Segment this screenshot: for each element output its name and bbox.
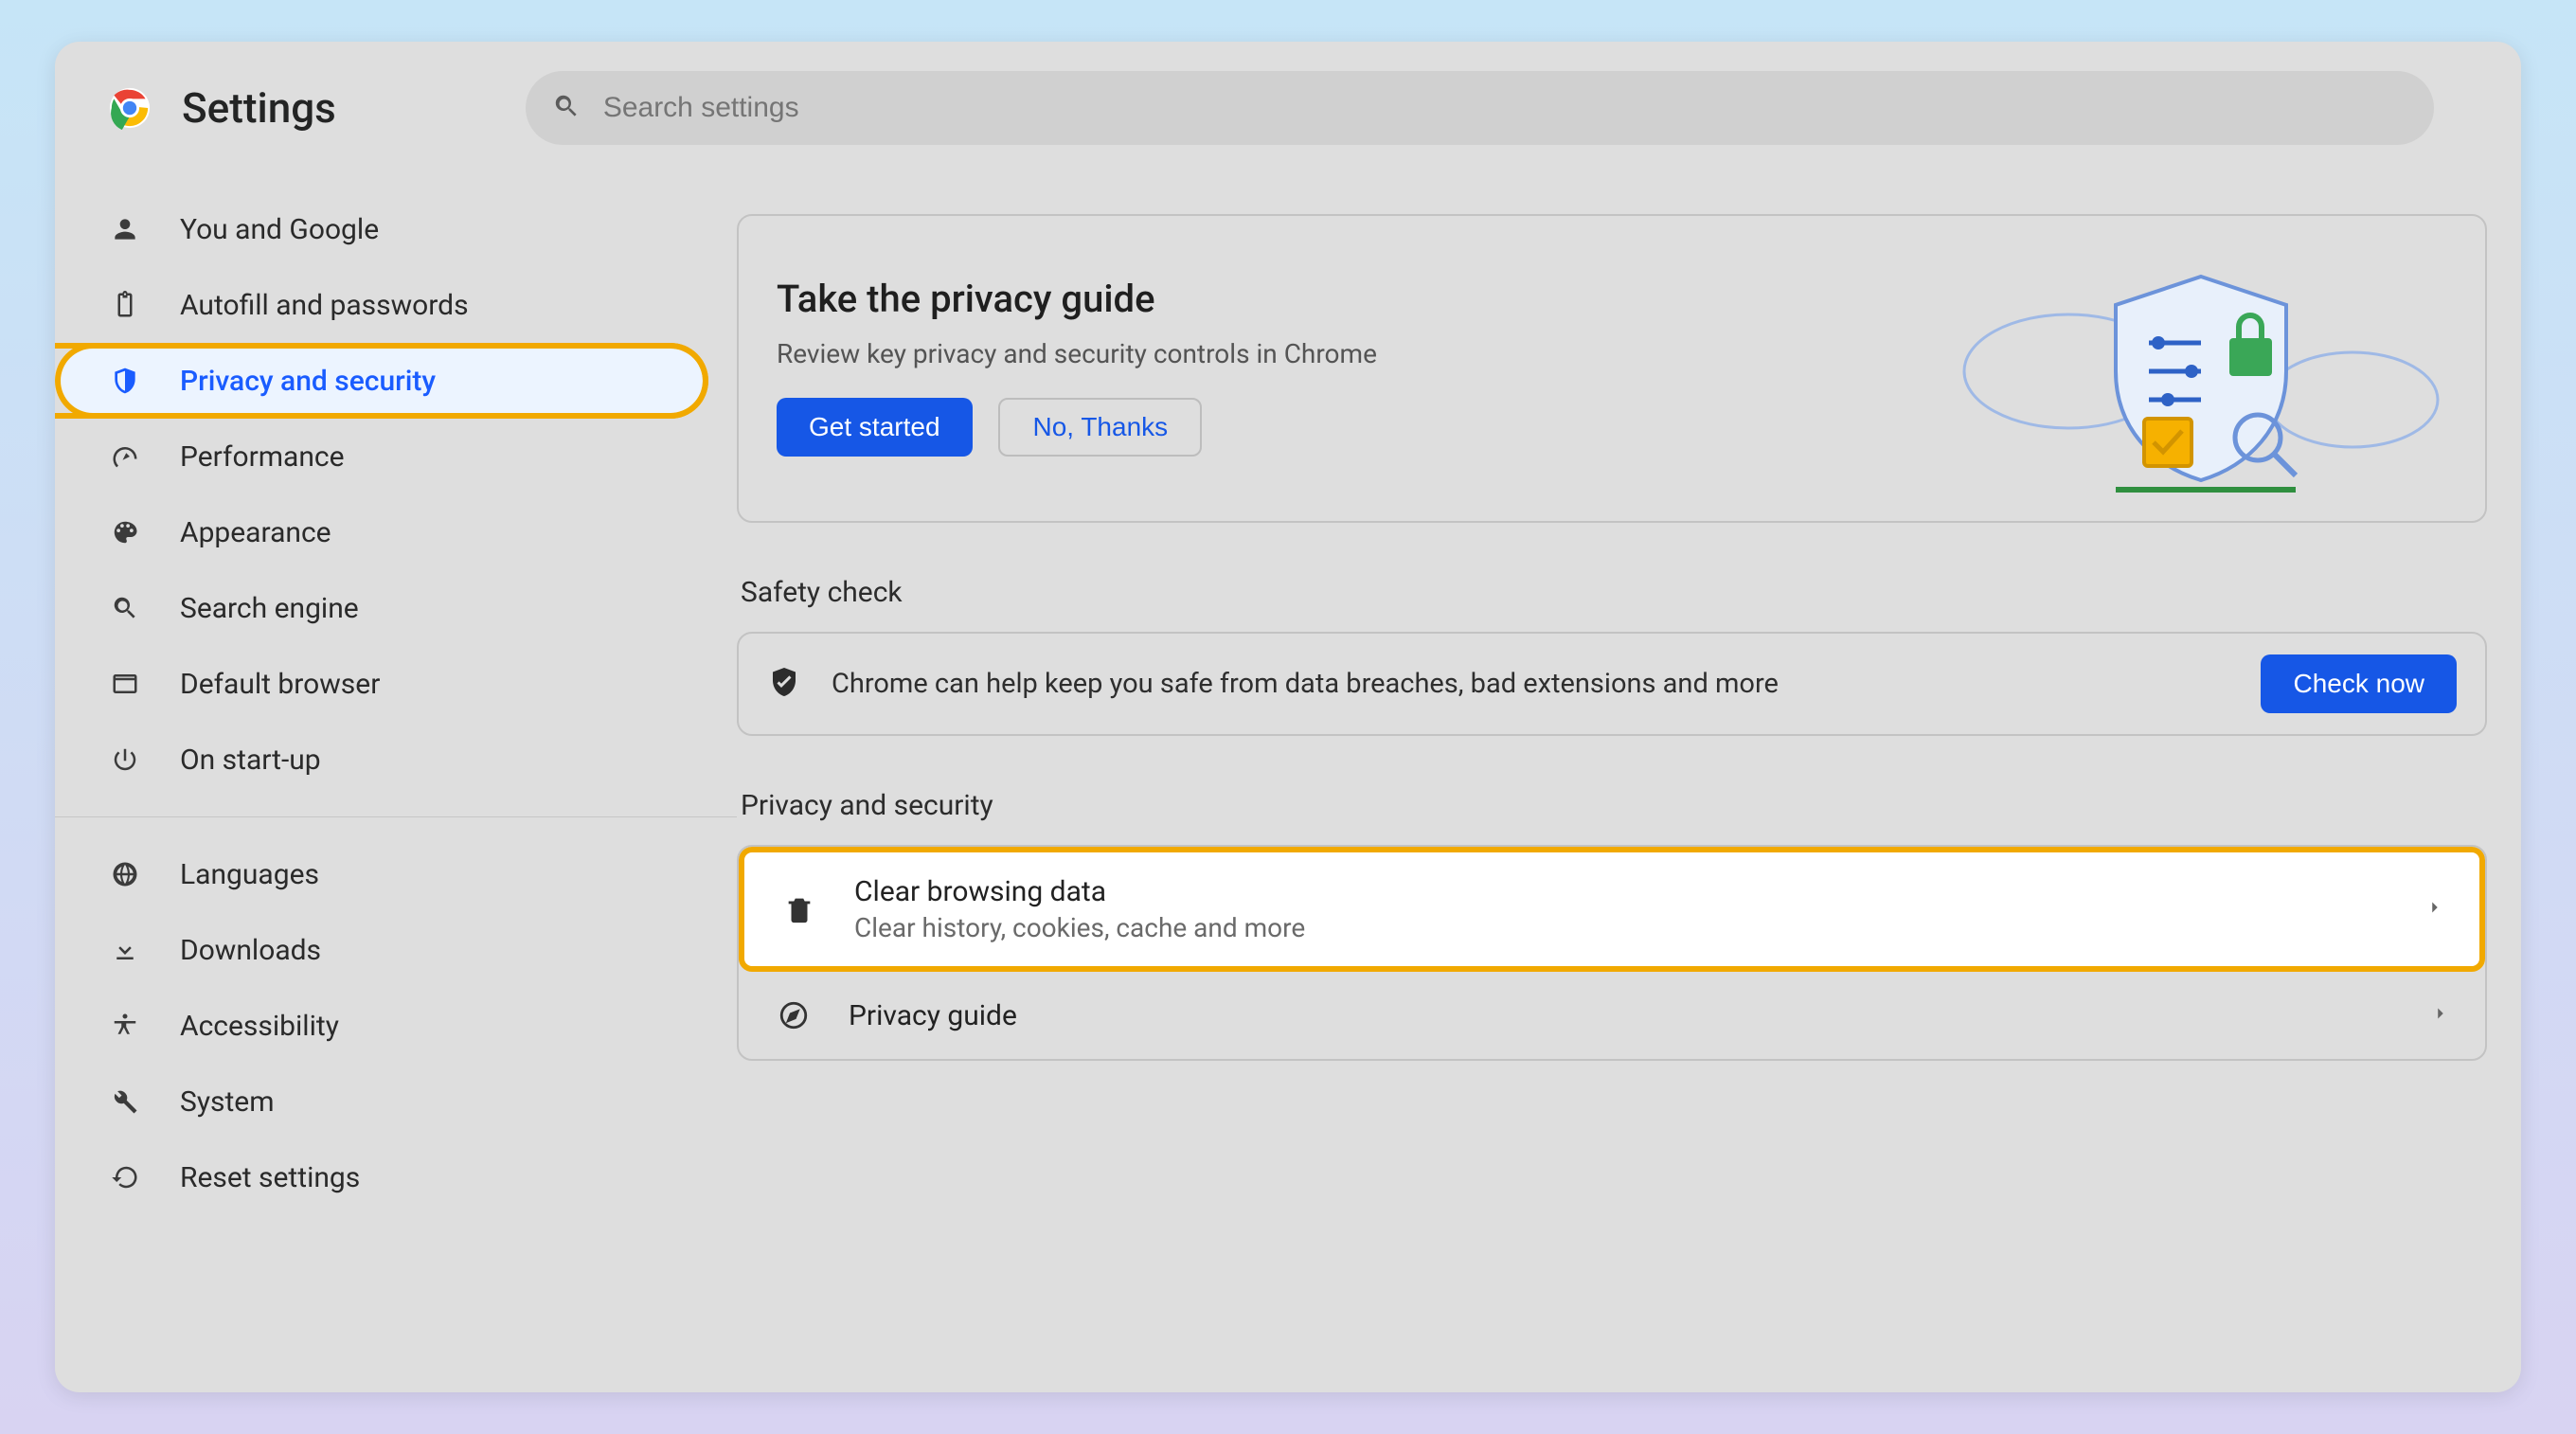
privacy-section-title: Privacy and security	[741, 789, 2487, 822]
sidebar-item-label: Performance	[180, 440, 345, 474]
row-text: Privacy guide	[849, 999, 2430, 1032]
sidebar-item-accessibility[interactable]: Accessibility	[55, 988, 737, 1064]
sidebar-item-label: Privacy and security	[180, 365, 436, 398]
sidebar-item-languages[interactable]: Languages	[55, 836, 737, 912]
search-icon	[552, 92, 603, 124]
download-icon	[108, 933, 142, 967]
safety-check-message: Chrome can help keep you safe from data …	[832, 668, 1779, 700]
clipboard-icon	[108, 288, 142, 322]
sidebar-item-label: Appearance	[180, 516, 331, 549]
sidebar-item-startup[interactable]: On start-up	[55, 722, 737, 798]
shield-check-icon	[767, 665, 801, 703]
settings-window: Settings You and Google Autofill and pas…	[55, 42, 2521, 1392]
main-content: Take the privacy guide Review key privac…	[737, 157, 2521, 1392]
sidebar: You and Google Autofill and passwords Pr…	[55, 157, 737, 1392]
sidebar-item-you-google[interactable]: You and Google	[55, 191, 737, 267]
chevron-right-icon	[2424, 897, 2445, 922]
row-title: Privacy guide	[849, 999, 2430, 1032]
row-subtitle: Clear history, cookies, cache and more	[854, 912, 2424, 943]
sidebar-item-label: You and Google	[180, 213, 379, 246]
sidebar-item-performance[interactable]: Performance	[55, 419, 737, 494]
sidebar-item-label: Reset settings	[180, 1161, 360, 1194]
sidebar-item-search-engine[interactable]: Search engine	[55, 570, 737, 646]
browser-icon	[108, 667, 142, 701]
sidebar-item-reset[interactable]: Reset settings	[55, 1139, 737, 1215]
search-input[interactable]	[603, 92, 2407, 124]
row-text: Clear browsing data Clear history, cooki…	[854, 875, 2424, 943]
privacy-guide-subtitle: Review key privacy and security controls…	[777, 338, 1917, 369]
topbar: Settings	[55, 42, 2521, 157]
globe-icon	[108, 857, 142, 891]
row-privacy-guide[interactable]: Privacy guide	[739, 972, 2485, 1059]
get-started-button[interactable]: Get started	[777, 398, 973, 457]
sidebar-item-downloads[interactable]: Downloads	[55, 912, 737, 988]
sidebar-item-label: Languages	[180, 858, 319, 891]
row-clear-browsing-data[interactable]: Clear browsing data Clear history, cooki…	[739, 847, 2485, 972]
privacy-guide-illustration-icon	[1955, 248, 2447, 485]
check-now-button[interactable]: Check now	[2261, 654, 2457, 713]
sidebar-item-appearance[interactable]: Appearance	[55, 494, 737, 570]
search-icon	[108, 591, 142, 625]
sidebar-divider	[55, 816, 737, 817]
row-title: Clear browsing data	[854, 875, 2424, 908]
speedometer-icon	[108, 439, 142, 474]
power-icon	[108, 743, 142, 777]
compass-icon	[773, 995, 814, 1036]
no-thanks-button[interactable]: No, Thanks	[998, 398, 1202, 457]
sidebar-item-label: On start-up	[180, 744, 321, 777]
sidebar-item-privacy[interactable]: Privacy and security	[55, 343, 708, 419]
sidebar-item-autofill[interactable]: Autofill and passwords	[55, 267, 737, 343]
wrench-icon	[108, 1084, 142, 1119]
chevron-right-icon	[2430, 1003, 2451, 1028]
page-title: Settings	[182, 83, 336, 133]
search-settings[interactable]	[526, 71, 2434, 145]
restore-icon	[108, 1160, 142, 1194]
sidebar-item-label: Autofill and passwords	[180, 289, 469, 322]
safety-check-section-title: Safety check	[741, 576, 2487, 609]
chrome-logo-icon	[108, 86, 152, 130]
privacy-guide-card: Take the privacy guide Review key privac…	[737, 214, 2487, 523]
person-icon	[108, 212, 142, 246]
trash-icon	[778, 888, 820, 930]
accessibility-icon	[108, 1009, 142, 1043]
safety-check-card: Chrome can help keep you safe from data …	[737, 632, 2487, 736]
sidebar-item-label: Search engine	[180, 592, 359, 625]
sidebar-item-system[interactable]: System	[55, 1064, 737, 1139]
sidebar-item-default-browser[interactable]: Default browser	[55, 646, 737, 722]
sidebar-item-label: Accessibility	[180, 1010, 339, 1043]
shield-icon	[108, 364, 142, 398]
palette-icon	[108, 515, 142, 549]
privacy-guide-text: Take the privacy guide Review key privac…	[777, 277, 1917, 457]
sidebar-item-label: Downloads	[180, 934, 321, 967]
privacy-guide-title: Take the privacy guide	[777, 277, 1917, 321]
sidebar-item-label: System	[180, 1085, 275, 1119]
privacy-rows-card: Clear browsing data Clear history, cooki…	[737, 845, 2487, 1061]
sidebar-item-label: Default browser	[180, 668, 380, 701]
body: You and Google Autofill and passwords Pr…	[55, 157, 2521, 1392]
